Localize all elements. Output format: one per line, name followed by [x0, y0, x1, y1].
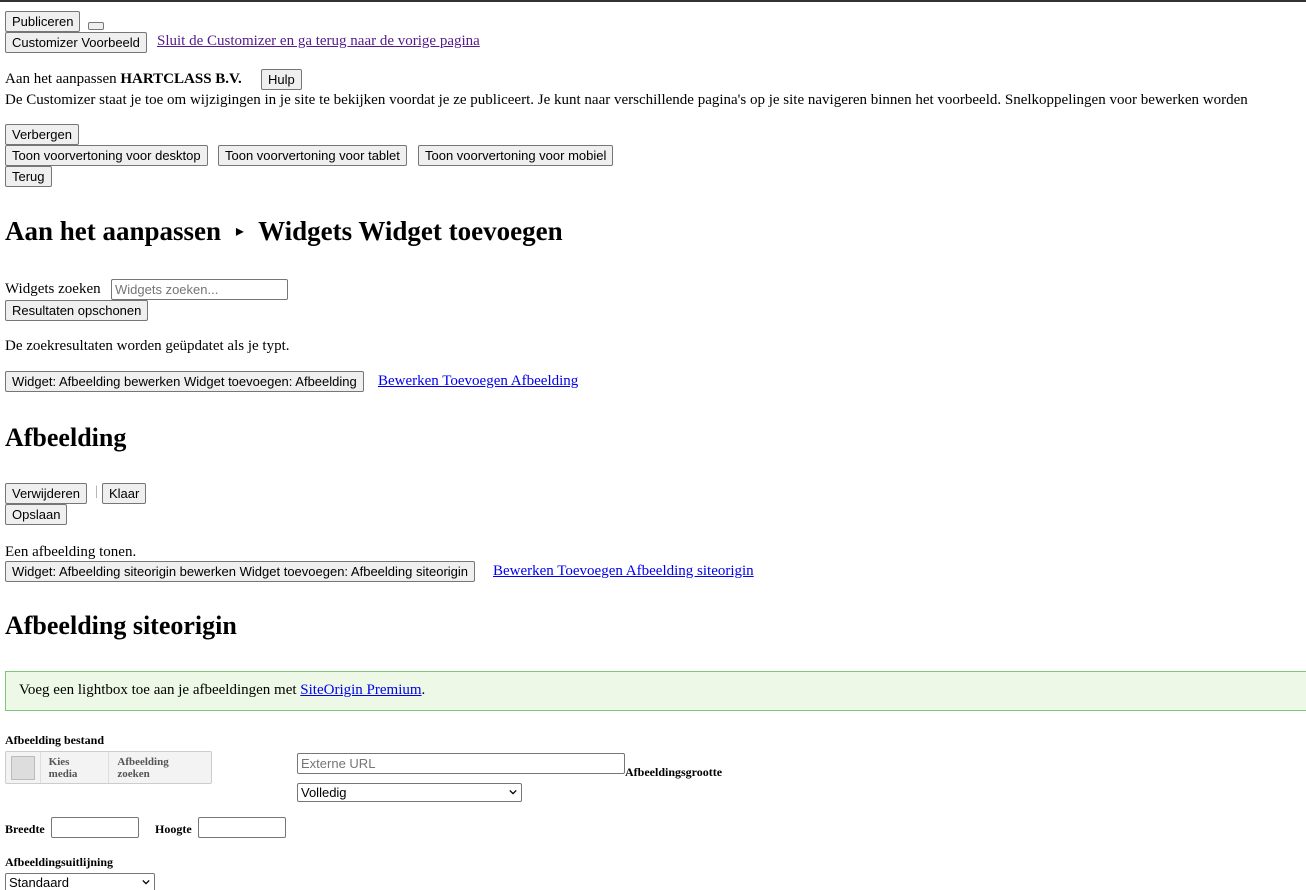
customizer-preview-button[interactable]: Customizer Voorbeeld: [5, 32, 147, 53]
alignment-select[interactable]: Standaard: [5, 873, 155, 890]
done-button[interactable]: Klaar: [102, 483, 147, 504]
image-size-value: Volledig: [301, 785, 347, 800]
heading-prefix: Aan het aanpassen: [5, 216, 222, 246]
widget-image-description: Een afbeelding tonen.: [5, 544, 137, 560]
media-selector: Kies media Afbeelding zoeken: [5, 751, 212, 784]
publish-settings-button[interactable]: [88, 22, 104, 30]
save-button[interactable]: Opslaan: [5, 504, 68, 525]
help-button[interactable]: Hulp: [261, 69, 302, 90]
site-name: HARTCLASS B.V.: [120, 71, 242, 87]
notice-prefix: Voeg een lightbox toe aan je afbeeldinge…: [19, 682, 301, 698]
height-input[interactable]: [198, 817, 286, 838]
publish-button[interactable]: Publiceren: [5, 11, 81, 32]
alignment-value: Standaard: [9, 875, 69, 890]
clear-results-button[interactable]: Resultaten opschonen: [5, 300, 149, 321]
panel-heading: Aan het aanpassen ▸ Widgets Widget toevo…: [5, 216, 563, 247]
customizing-info: Aan het aanpassen HARTCLASS B.V.: [5, 71, 242, 88]
widget-image-title: Afbeelding: [5, 423, 127, 452]
image-size-select[interactable]: Volledig: [297, 783, 522, 802]
width-label: Breedte: [5, 822, 45, 836]
siteorigin-premium-link[interactable]: SiteOrigin Premium: [300, 682, 421, 698]
search-hint: De zoekresultaten worden geüpdatet als j…: [5, 338, 290, 354]
hide-controls-button[interactable]: Verbergen: [5, 124, 79, 145]
delete-button[interactable]: Verwijderen: [5, 483, 87, 504]
preview-mobile-button[interactable]: Toon voorvertoning voor mobiel: [418, 145, 614, 166]
height-label: Hoogte: [155, 822, 192, 836]
chevron-down-icon: [509, 789, 517, 795]
width-input[interactable]: [51, 817, 139, 838]
image-file-label: Afbeelding bestand: [5, 733, 105, 747]
premium-notice-text: Voeg een lightbox toe aan je afbeeldinge…: [19, 682, 425, 699]
back-button[interactable]: Terug: [5, 166, 52, 187]
search-image-button[interactable]: Afbeelding zoeken: [109, 752, 211, 783]
image-placeholder-icon: [10, 755, 35, 780]
alignment-label: Afbeeldingsuitlijning: [5, 855, 114, 869]
close-customizer-link[interactable]: Sluit de Customizer en ga terug naar de …: [157, 33, 480, 50]
premium-notice: Voeg een lightbox toe aan je afbeeldinge…: [5, 671, 1306, 711]
breadcrumb-arrow-icon: ▸: [235, 223, 244, 240]
widget-image-button[interactable]: Widget: Afbeelding bewerken Widget toevo…: [5, 371, 364, 392]
search-label: Widgets zoeken: [5, 281, 101, 297]
customizing-prefix: Aan het aanpassen: [5, 71, 117, 87]
widget-search-input[interactable]: [111, 279, 288, 300]
notice-suffix: .: [421, 682, 426, 698]
widget-image-link[interactable]: Bewerken Toevoegen Afbeelding: [378, 373, 578, 390]
image-size-label: Afbeeldingsgrootte: [625, 765, 723, 779]
preview-tablet-button[interactable]: Toon voorvertoning voor tablet: [218, 145, 407, 166]
widget-so-image-title: Afbeelding siteorigin: [5, 611, 237, 640]
customizer-description: De Customizer staat je toe om wijziginge…: [5, 92, 1248, 108]
choose-media-button[interactable]: Kies media: [41, 752, 110, 783]
external-url-input[interactable]: [297, 753, 625, 774]
heading-title: Widgets Widget toevoegen: [258, 216, 563, 246]
widget-so-image-link[interactable]: Bewerken Toevoegen Afbeelding siteorigin: [493, 563, 754, 580]
preview-desktop-button[interactable]: Toon voorvertoning voor desktop: [5, 145, 208, 166]
action-separator: |: [95, 484, 98, 499]
widget-so-image-button[interactable]: Widget: Afbeelding siteorigin bewerken W…: [5, 561, 476, 582]
chevron-down-icon: [142, 879, 150, 885]
media-thumbnail[interactable]: [6, 752, 41, 783]
